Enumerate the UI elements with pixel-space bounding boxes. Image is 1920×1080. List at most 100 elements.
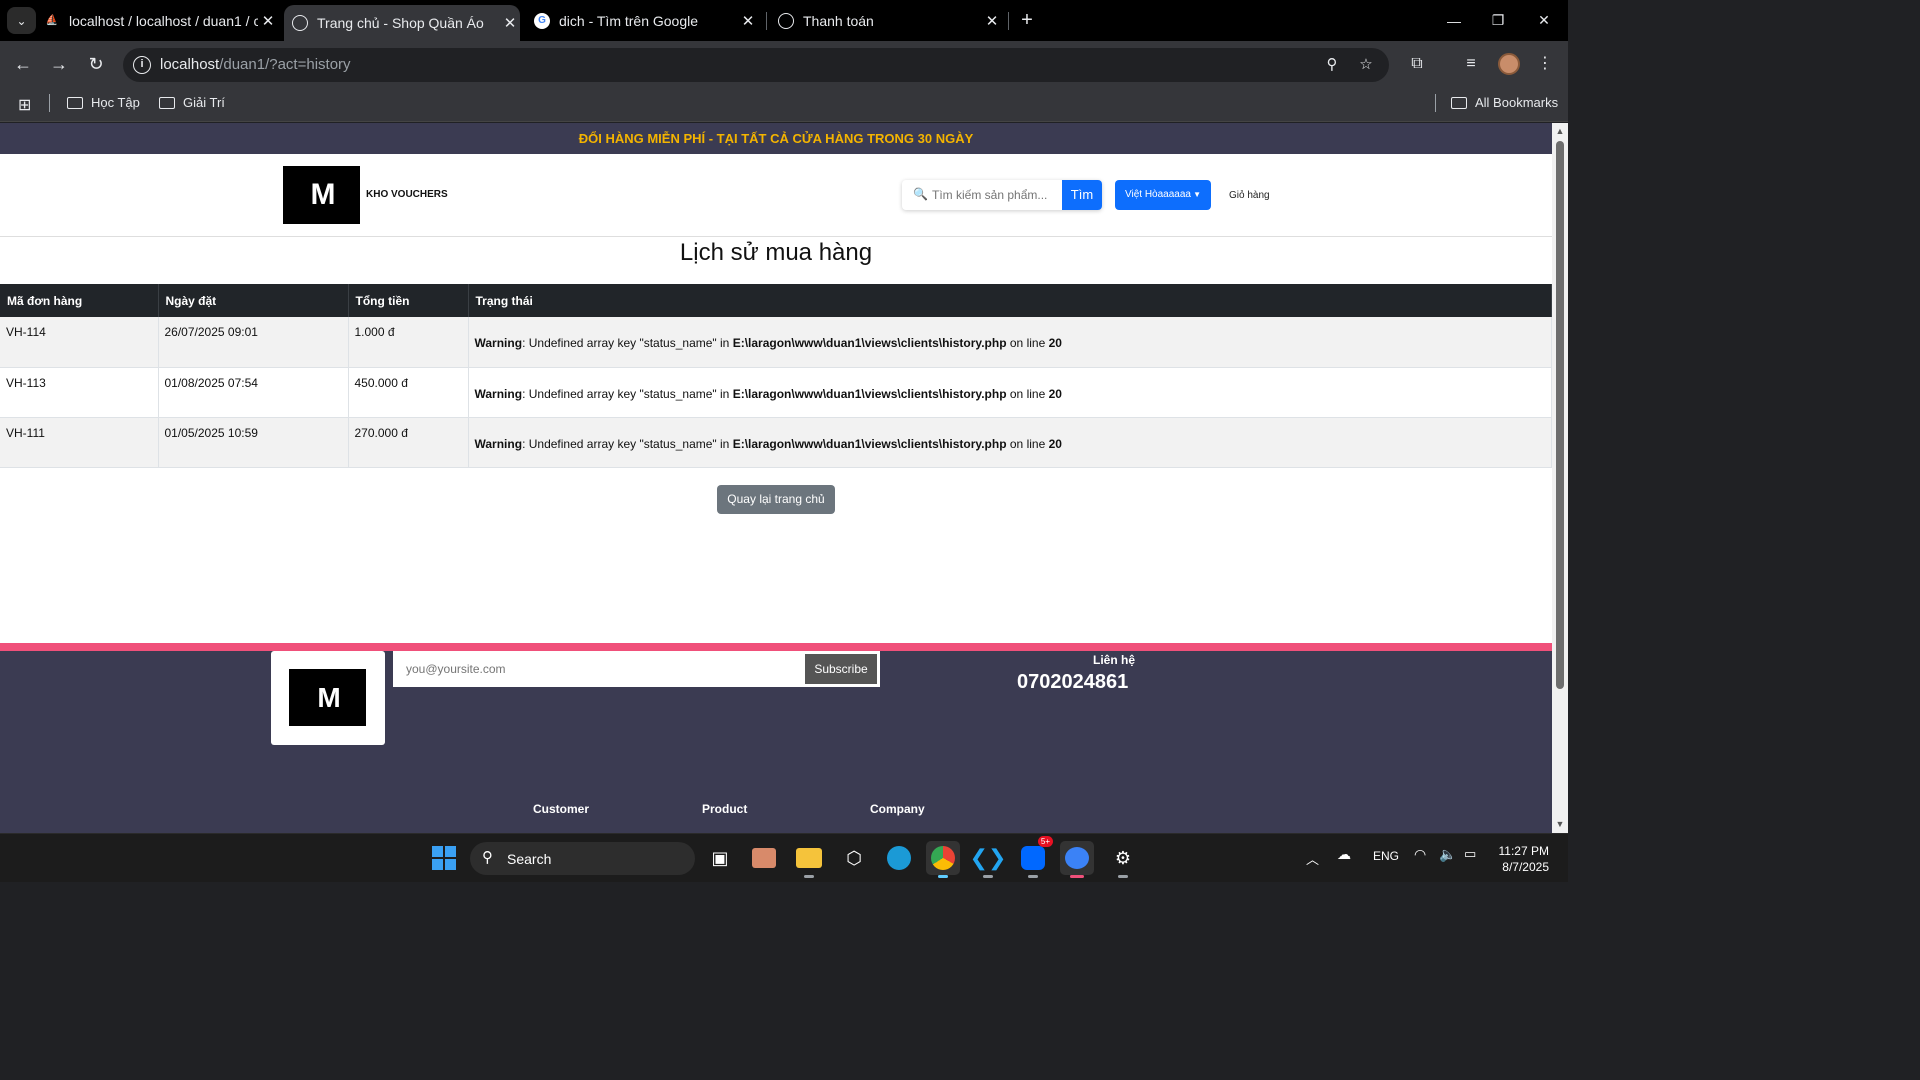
close-icon[interactable]: ✕	[258, 12, 278, 30]
chevron-up-icon[interactable]: ︿	[1306, 849, 1319, 868]
bookmark-folder-giai-tri[interactable]: Giải Trí	[159, 95, 225, 110]
tab-checkout[interactable]: Thanh toán ✕	[778, 0, 1002, 41]
battery-icon[interactable]: ▭	[1464, 846, 1476, 862]
zalo-icon[interactable]: 5+	[1016, 836, 1053, 878]
close-icon[interactable]: ✕	[982, 12, 1002, 30]
menu-kebab-icon[interactable]: ⋮	[1534, 53, 1556, 75]
search-icon: 🔍	[913, 187, 928, 201]
order-total-cell: 270.000 đ	[348, 417, 469, 468]
site-logo[interactable]: M	[283, 166, 360, 224]
messenger-icon[interactable]	[1060, 841, 1094, 878]
zoom-icon[interactable]: ⚲	[1321, 54, 1343, 76]
table-header-row: Mã đơn hàng Ngày đặt Tổng tiền Trạng thá…	[0, 284, 1552, 317]
order-total-cell: 1.000 đ	[348, 317, 469, 368]
order-total-cell: 450.000 đ	[348, 367, 469, 418]
page-viewport: ĐỔI HÀNG MIỄN PHÍ - TẠI TẤT CẢ CỬA HÀNG …	[0, 123, 1552, 833]
media-control-icon[interactable]: ≡	[1460, 53, 1482, 75]
taskbar-search[interactable]: ⚲ Search	[470, 842, 695, 875]
windows-logo-icon	[432, 846, 456, 870]
tab-shop-home[interactable]: Trang chủ - Shop Quần Áo ✕	[284, 5, 520, 41]
php-warning: Warning: Undefined array key "status_nam…	[474, 336, 1062, 350]
app-cube-icon[interactable]: ⬡	[837, 841, 871, 875]
new-tab-button[interactable]: +	[1016, 9, 1038, 31]
folder-icon	[67, 96, 83, 109]
order-date-cell: 01/08/2025 07:54	[158, 367, 349, 418]
scroll-down-arrow-icon[interactable]: ▼	[1555, 819, 1565, 829]
tab-phpmyadmin[interactable]: ⛵ localhost / localhost / duan1 / c ✕	[44, 0, 278, 41]
tab-title: Trang chủ - Shop Quần Áo	[317, 15, 484, 31]
scroll-up-arrow-icon[interactable]: ▲	[1555, 126, 1565, 136]
search-input[interactable]	[932, 180, 1062, 210]
tab-google-search[interactable]: G dich - Tìm trên Google ✕	[534, 0, 758, 41]
close-icon[interactable]: ✕	[500, 14, 520, 32]
order-id-cell: VH-111	[0, 417, 159, 468]
edge-icon[interactable]	[882, 841, 916, 875]
order-date-cell: 26/07/2025 09:01	[158, 317, 349, 368]
profile-avatar[interactable]	[1498, 53, 1520, 75]
photos-icon[interactable]	[747, 841, 781, 875]
vouchers-link[interactable]: KHO VOUCHERS	[366, 189, 448, 200]
minimize-button[interactable]: ―	[1430, 0, 1478, 41]
contact-label: Liên hệ	[1093, 653, 1136, 667]
site-info-icon[interactable]: i	[133, 56, 151, 74]
tab-separator	[766, 12, 767, 30]
product-search: 🔍 Tìm	[902, 180, 1102, 210]
address-bar[interactable]: i localhost/duan1/?act=history ⚲ ☆	[123, 48, 1389, 82]
order-history-table: Mã đơn hàng Ngày đặt Tổng tiền Trạng thá…	[0, 284, 1552, 468]
file-explorer-icon[interactable]	[792, 841, 826, 878]
folder-icon	[1451, 96, 1467, 109]
bookmark-folder-hoc-tap[interactable]: Học Tập	[67, 95, 140, 110]
column-header-total: Tổng tiền	[348, 284, 469, 317]
windows-taskbar: ⚲ Search ▣ ⬡ ❮❯ 5+ ⚙ ︿ ☁ ENG ◠ 🔈 ▭ 11:27…	[0, 833, 1568, 882]
extensions-icon[interactable]: ⧉	[1406, 53, 1428, 75]
tab-strip: ⌄ ⛵ localhost / localhost / duan1 / c ✕ …	[0, 0, 1568, 41]
newsletter-email-input[interactable]	[406, 654, 806, 684]
close-icon[interactable]: ✕	[738, 12, 758, 30]
bookmark-separator	[49, 94, 50, 112]
search-button[interactable]: Tìm	[1062, 180, 1102, 210]
volume-icon[interactable]: 🔈	[1439, 846, 1456, 863]
google-icon: G	[534, 12, 550, 29]
back-to-home-button[interactable]: Quay lại trang chủ	[717, 485, 835, 514]
bookmarks-bar: ⊞ Học Tập Giải Trí All Bookmarks	[0, 87, 1568, 122]
url-text[interactable]: localhost/duan1/?act=history	[160, 56, 351, 73]
table-row: VH-111 01/05/2025 10:59 270.000 đ Warnin…	[0, 417, 1552, 468]
globe-icon	[292, 15, 308, 31]
vscode-icon[interactable]: ❮❯	[970, 841, 1006, 878]
back-arrow-icon[interactable]: ←	[8, 49, 38, 79]
chrome-icon[interactable]	[926, 841, 960, 878]
order-status-cell: Warning: Undefined array key "status_nam…	[468, 317, 1552, 368]
footer-column-product: Product	[702, 802, 748, 816]
start-button[interactable]	[427, 841, 461, 875]
restore-button[interactable]: ❐	[1474, 0, 1522, 41]
table-row: VH-114 26/07/2025 09:01 1.000 đ Warning:…	[0, 317, 1552, 368]
notification-badge: 5+	[1037, 836, 1053, 847]
forward-arrow-icon[interactable]: →	[44, 49, 74, 79]
footer-column-customer: Customer	[533, 802, 590, 816]
cart-link[interactable]: Giỏ hàng	[1229, 190, 1270, 201]
reload-icon[interactable]: ↻	[81, 49, 111, 79]
footer-logo[interactable]: M	[289, 669, 366, 726]
tab-search-button[interactable]: ⌄	[7, 7, 36, 34]
onedrive-cloud-icon[interactable]: ☁	[1337, 846, 1351, 863]
all-bookmarks-button[interactable]: All Bookmarks	[1451, 95, 1558, 110]
order-id-cell: VH-114	[0, 317, 159, 368]
wifi-icon[interactable]: ◠	[1414, 846, 1426, 863]
column-header-status: Trạng thái	[468, 284, 1552, 317]
scroll-thumb[interactable]	[1556, 141, 1564, 689]
page-scrollbar[interactable]: ▲ ▼	[1552, 123, 1568, 833]
browser-toolbar: ← → ↻ i localhost/duan1/?act=history ⚲ ☆…	[0, 41, 1568, 87]
user-menu-button[interactable]: Việt Hòaaaaaa ▼	[1115, 180, 1211, 210]
tab-title: Thanh toán	[803, 12, 874, 29]
bookmark-separator	[1435, 94, 1436, 112]
bookmark-star-icon[interactable]: ☆	[1355, 54, 1377, 76]
window-close-button[interactable]: ✕	[1520, 0, 1568, 41]
language-indicator[interactable]: ENG	[1373, 849, 1399, 863]
settings-gear-icon[interactable]: ⚙	[1106, 841, 1140, 878]
caret-down-icon: ▼	[1193, 190, 1201, 199]
subscribe-button[interactable]: Subscribe	[805, 654, 877, 684]
task-view-icon[interactable]: ▣	[703, 841, 737, 875]
apps-grid-icon[interactable]: ⊞	[18, 95, 31, 115]
system-clock[interactable]: 11:27 PM 8/7/2025	[1493, 843, 1549, 875]
phpmyadmin-icon: ⛵	[45, 15, 59, 26]
